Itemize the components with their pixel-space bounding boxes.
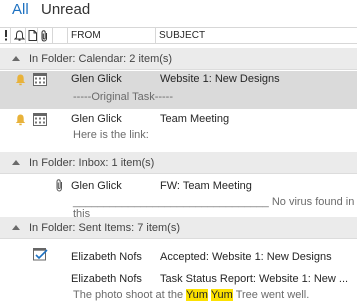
reminder-bell-icon[interactable] [13, 30, 26, 44]
group-header-calendar[interactable]: In Folder: Calendar: 2 item(s) [0, 48, 357, 70]
group-label: In Folder: Inbox: 1 item(s) [29, 157, 155, 169]
tab-unread[interactable]: Unread [41, 1, 90, 18]
attachment-icon [55, 179, 64, 195]
column-divider[interactable] [25, 28, 26, 43]
subject-text: Accepted: Website 1: New Designs [160, 251, 332, 263]
group-header-sent-items[interactable]: In Folder: Sent Items: 7 item(s) [0, 217, 357, 239]
attachment-icon[interactable] [40, 30, 49, 45]
group-label: In Folder: Sent Items: 7 item(s) [29, 222, 180, 234]
search-highlight: Yum [185, 289, 208, 301]
column-divider[interactable] [10, 28, 11, 43]
group-header-inbox[interactable]: In Folder: Inbox: 1 item(s) [0, 152, 357, 174]
list-item[interactable]: Glen Glick FW: Team Meeting ____________… [0, 176, 357, 220]
preview-text: -----Original Task----- [73, 91, 174, 103]
preview-text: Here is the link: [73, 129, 149, 141]
sender-name: Elizabeth Nofs [71, 251, 142, 263]
reminder-bell-icon [15, 114, 26, 129]
collapse-triangle-icon[interactable] [12, 160, 20, 165]
calendar-icon [33, 73, 47, 89]
subject-text: FW: Team Meeting [160, 180, 252, 192]
preview-text-segment: The photo shoot at the [73, 289, 186, 301]
column-divider[interactable] [37, 28, 38, 43]
list-item[interactable]: Elizabeth Nofs Task Status Report: Websi… [0, 271, 357, 305]
preview-text: The photo shoot at the Yum Yum Tree went… [73, 289, 309, 301]
collapse-triangle-icon[interactable] [12, 56, 20, 61]
importance-icon[interactable] [4, 30, 8, 44]
column-divider[interactable] [155, 28, 156, 43]
search-highlight: Yum [210, 289, 233, 301]
tab-all[interactable]: All [12, 1, 29, 18]
column-header: FROM SUBJECT [0, 27, 357, 44]
task-accepted-icon [33, 247, 48, 264]
preview-text-segment: Tree went well. [232, 289, 310, 301]
subject-text: Task Status Report: Website 1: New ... [160, 273, 349, 285]
sender-name: Glen Glick [71, 113, 122, 125]
sender-name: Glen Glick [71, 180, 122, 192]
calendar-icon [33, 113, 47, 129]
group-label: In Folder: Calendar: 2 item(s) [29, 53, 173, 65]
reminder-bell-icon [15, 74, 26, 89]
list-item[interactable]: Elizabeth Nofs Accepted: Website 1: New … [0, 245, 357, 267]
column-divider[interactable] [52, 28, 53, 43]
list-item[interactable]: Glen Glick Website 1: New Designs -----O… [0, 71, 357, 109]
column-subject[interactable]: SUBJECT [159, 30, 205, 41]
sender-name: Elizabeth Nofs [71, 273, 142, 285]
document-icon[interactable] [28, 30, 37, 44]
sender-name: Glen Glick [71, 73, 122, 85]
subject-text: Website 1: New Designs [160, 73, 280, 85]
subject-text: Team Meeting [160, 113, 230, 125]
collapse-triangle-icon[interactable] [12, 225, 20, 230]
column-divider[interactable] [67, 28, 68, 43]
column-from[interactable]: FROM [71, 30, 101, 41]
list-item[interactable]: Glen Glick Team Meeting Here is the link… [0, 111, 357, 149]
